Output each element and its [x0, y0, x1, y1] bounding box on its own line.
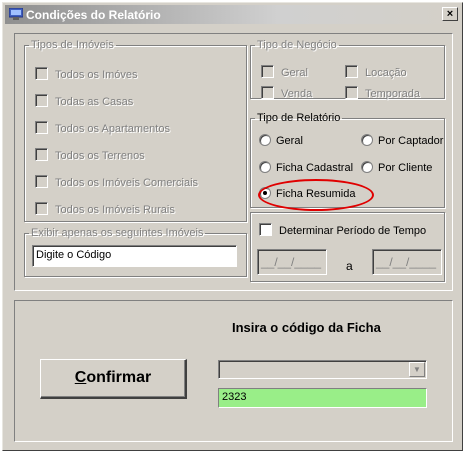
option-label: Por Cliente: [378, 162, 433, 174]
code-heading: Insira o código da Ficha: [232, 320, 381, 335]
title-bar[interactable]: Condições do Relatório ×: [5, 5, 460, 24]
option-label: Determinar Período de Tempo: [279, 225, 427, 237]
checkbox-imoveis-comerciais[interactable]: Todos os Imóveis Comerciais: [35, 175, 198, 189]
option-label: Geral: [281, 67, 308, 79]
radio-relatorio-por-captador[interactable]: Por Captador: [361, 134, 443, 147]
radio-button[interactable]: [259, 134, 271, 146]
tipo-relatorio-legend: Tipo de Relatório: [257, 112, 341, 124]
radio-relatorio-ficha-resumida[interactable]: Ficha Resumida: [259, 187, 355, 200]
radio-button[interactable]: [361, 161, 373, 173]
option-label: Ficha Resumida: [276, 188, 356, 200]
confirm-button[interactable]: Confirmar: [40, 359, 187, 399]
checkbox-box[interactable]: [259, 223, 272, 236]
bottom-panel: Insira o código da Ficha Confirmar ▼ 232…: [14, 300, 453, 442]
imoveis-code-input[interactable]: Digite o Código: [32, 245, 237, 267]
tipos-imoveis-legend: Tipos de Imóveis: [31, 39, 114, 51]
checkbox-box[interactable]: [261, 86, 274, 99]
confirm-mnemonic: C: [74, 369, 87, 386]
option-label: Todos os Terrenos: [55, 150, 145, 162]
radio-relatorio-por-cliente[interactable]: Por Cliente: [361, 161, 432, 174]
checkbox-box[interactable]: [345, 86, 358, 99]
checkbox-box[interactable]: [35, 67, 48, 80]
period-start-date-input[interactable]: __/__/____: [257, 249, 327, 275]
checkbox-determinar-periodo[interactable]: Determinar Período de Tempo: [259, 223, 426, 237]
top-panel: Tipos de Imóveis Todos os Imóves Todas a…: [14, 33, 453, 291]
tipo-negocio-legend: Tipo de Negócio: [257, 39, 337, 51]
checkbox-todos-apartamentos[interactable]: Todos os Apartamentos: [35, 121, 170, 135]
radio-relatorio-ficha-cadastral[interactable]: Ficha Cadastral: [259, 161, 353, 174]
close-button[interactable]: ×: [442, 7, 458, 21]
option-label: Venda: [281, 88, 313, 100]
checkbox-box[interactable]: [261, 65, 274, 78]
checkbox-negocio-temporada[interactable]: Temporada: [345, 86, 420, 100]
checkbox-box[interactable]: [345, 65, 358, 78]
checkbox-imoveis-rurais[interactable]: Todos os Imóveis Rurais: [35, 202, 175, 216]
checkbox-box[interactable]: [35, 121, 48, 134]
period-separator: a: [346, 259, 353, 273]
confirm-label: onfirmar: [86, 369, 152, 386]
exibir-group: Exibir apenas os seguintes Imóveis Digit…: [24, 227, 247, 277]
radio-relatorio-geral[interactable]: Geral: [259, 134, 303, 147]
tipo-relatorio-group: Tipo de Relatório Geral Por Captador Fic…: [250, 112, 445, 208]
checkbox-box[interactable]: [35, 94, 48, 107]
option-label: Temporada: [365, 88, 421, 100]
period-end-date-input[interactable]: __/__/____: [372, 249, 442, 275]
ficha-select[interactable]: ▼: [218, 360, 427, 379]
checkbox-negocio-geral[interactable]: Geral: [261, 65, 308, 79]
checkbox-box[interactable]: [35, 202, 48, 215]
option-label: Todos os Imóves: [55, 69, 138, 81]
radio-button-selected[interactable]: [259, 187, 271, 199]
periodo-group: Determinar Período de Tempo __/__/____ a…: [250, 212, 445, 282]
checkbox-box[interactable]: [35, 175, 48, 188]
chevron-down-icon[interactable]: ▼: [409, 362, 425, 377]
checkbox-negocio-locacao[interactable]: Locação: [345, 65, 407, 79]
checkbox-box[interactable]: [35, 148, 48, 161]
option-label: Todos os Imóveis Comerciais: [55, 177, 199, 189]
option-label: Geral: [276, 135, 303, 147]
tipos-imoveis-group: Tipos de Imóveis Todos os Imóves Todas a…: [24, 39, 247, 222]
window-title: Condições do Relatório: [26, 8, 161, 22]
checkbox-todos-imoveis[interactable]: Todos os Imóves: [35, 67, 138, 81]
ficha-code-input[interactable]: 2323: [218, 388, 427, 408]
option-label: Ficha Cadastral: [276, 162, 354, 174]
checkbox-todas-casas[interactable]: Todas as Casas: [35, 94, 133, 108]
exibir-legend: Exibir apenas os seguintes Imóveis: [31, 227, 204, 239]
radio-button[interactable]: [361, 134, 373, 146]
window-app-icon: [9, 8, 23, 20]
radio-button[interactable]: [259, 161, 271, 173]
checkbox-negocio-venda[interactable]: Venda: [261, 86, 312, 100]
tipo-negocio-group: Tipo de Negócio Geral Locação Venda Temp…: [250, 39, 445, 100]
report-conditions-dialog: Condições do Relatório × Tipos de Imóvei…: [2, 2, 463, 451]
option-label: Por Captador: [378, 135, 444, 147]
option-label: Todas as Casas: [55, 96, 134, 108]
option-label: Locação: [365, 67, 407, 79]
option-label: Todos os Imóveis Rurais: [55, 204, 175, 216]
option-label: Todos os Apartamentos: [55, 123, 170, 135]
checkbox-todos-terrenos[interactable]: Todos os Terrenos: [35, 148, 145, 162]
